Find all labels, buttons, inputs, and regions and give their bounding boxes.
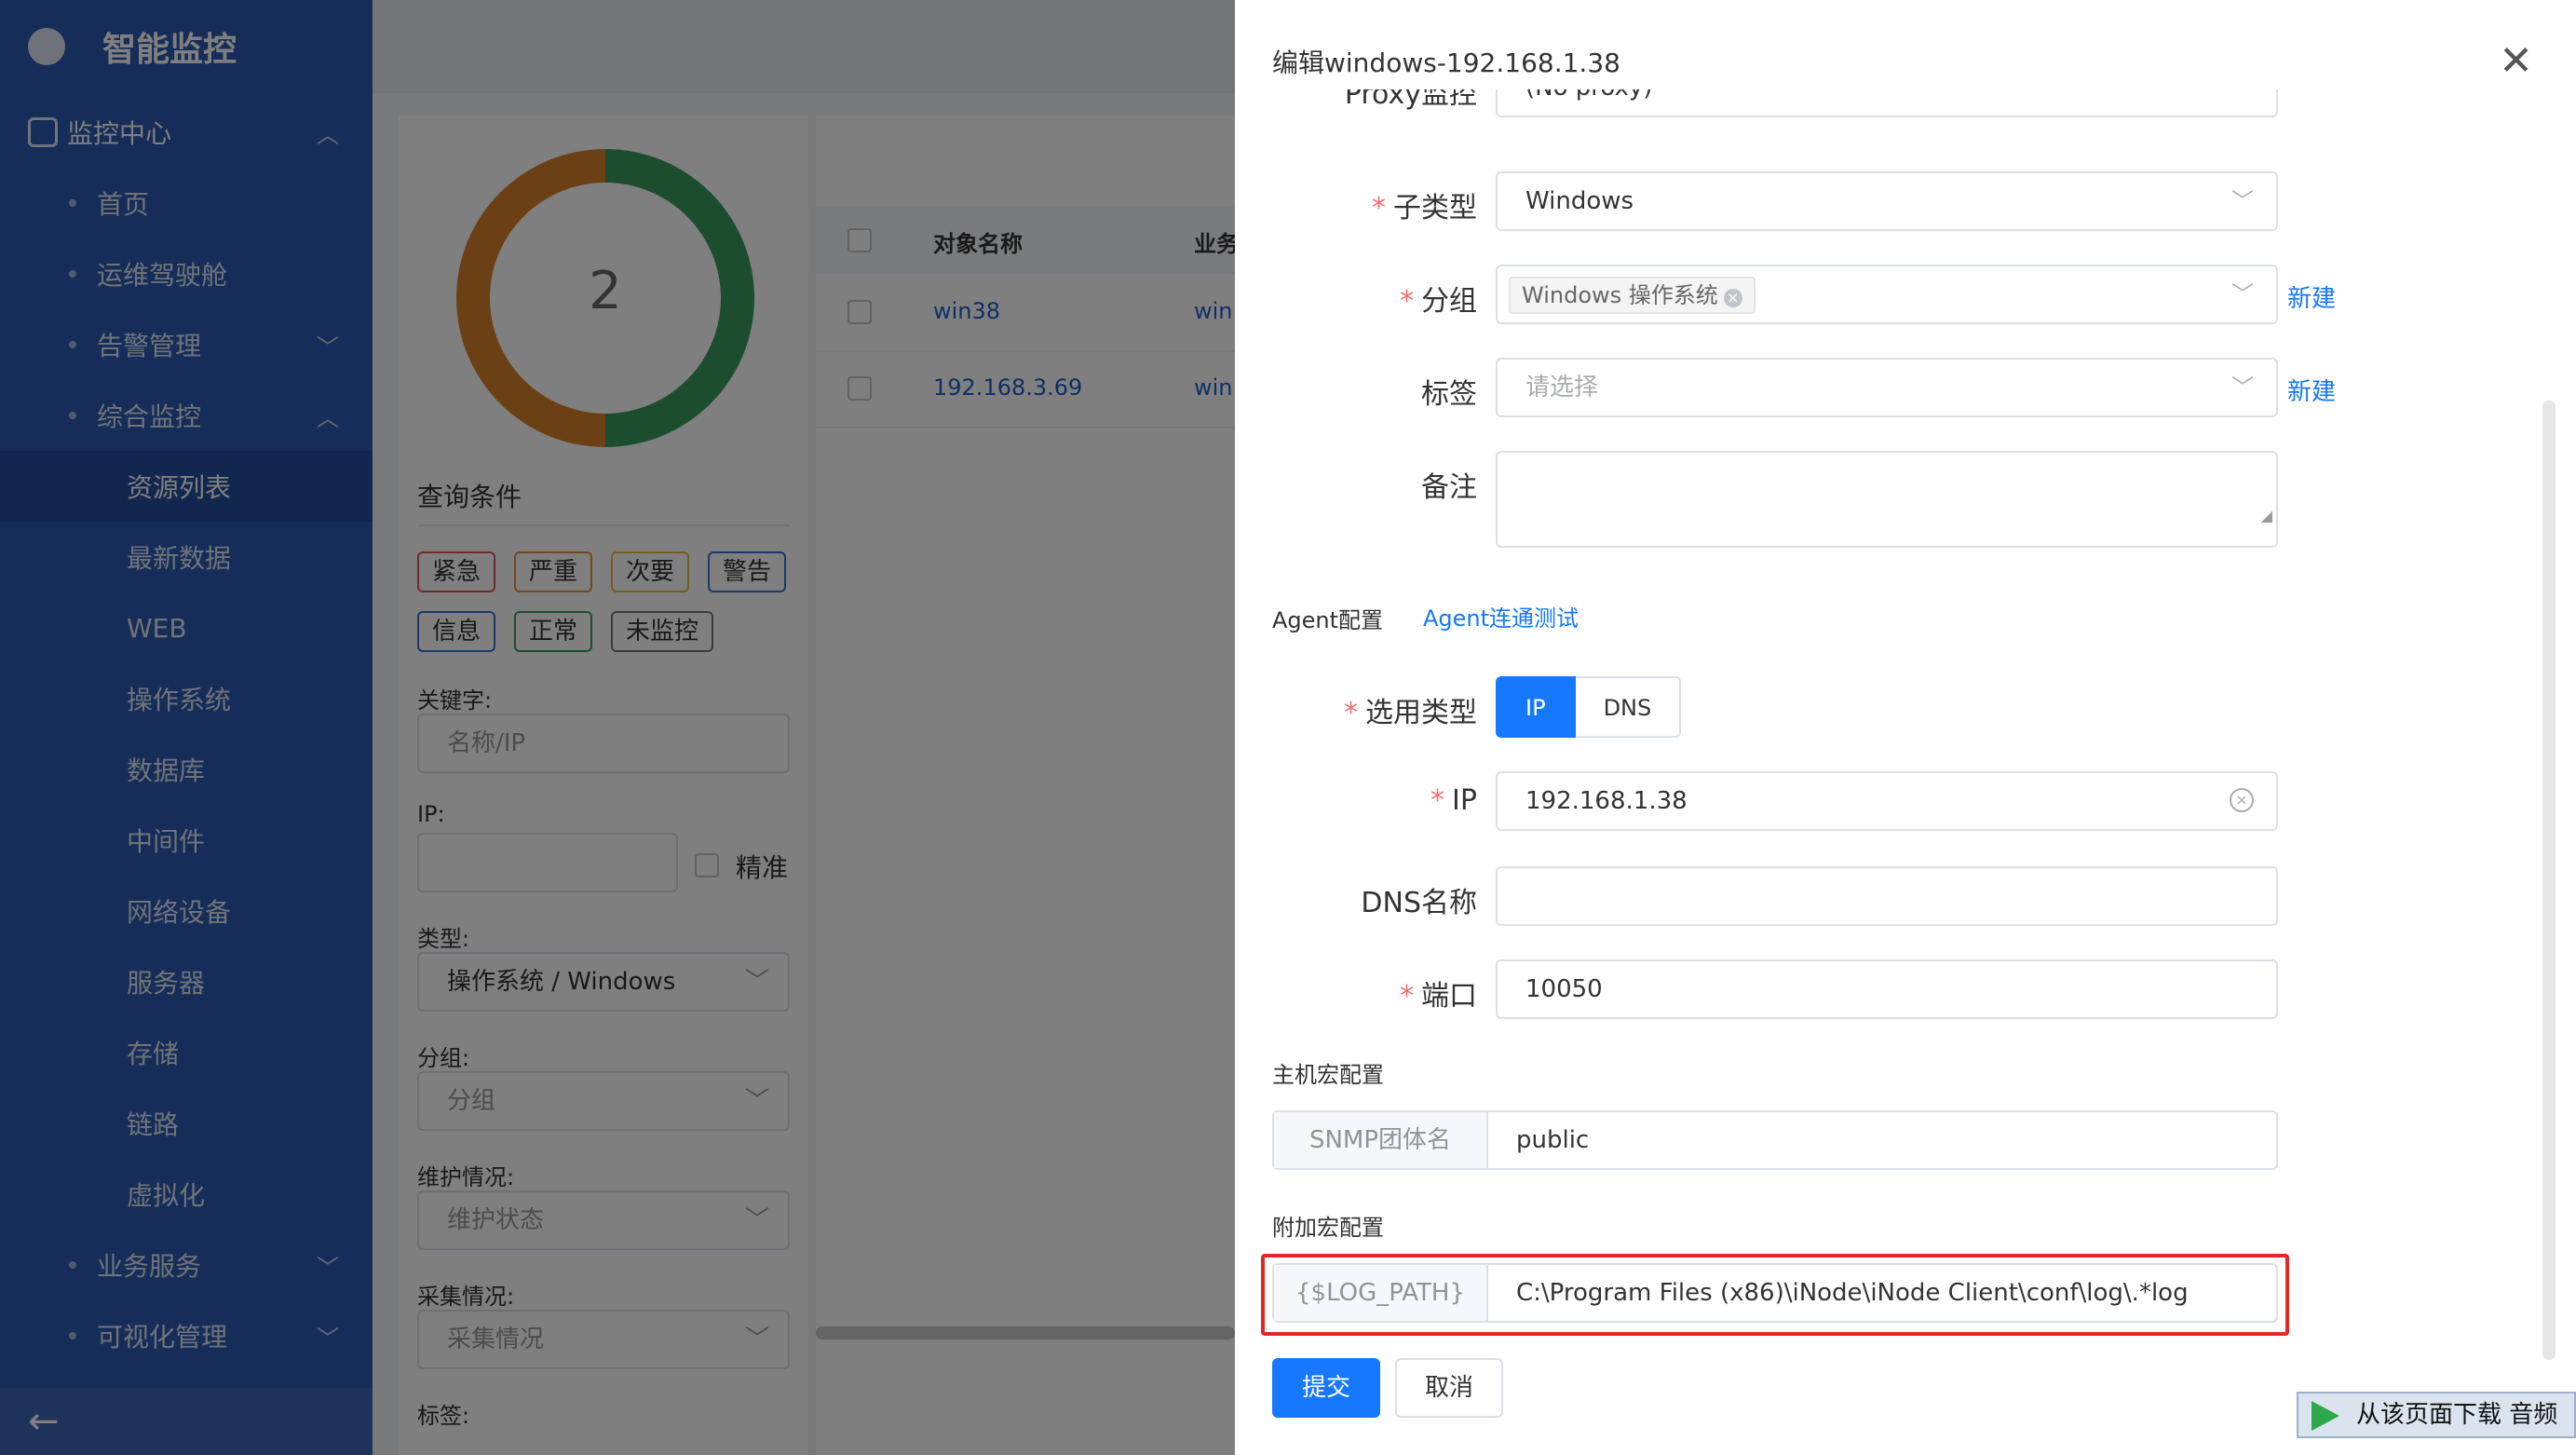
resize-handle-icon[interactable]: ◢	[2261, 488, 2272, 544]
drawer-title: 编辑windows-192.168.1.38	[1272, 48, 1620, 78]
chevron-down-icon: ﹀	[2231, 281, 2254, 307]
tag-new-link[interactable]: 新建	[2287, 373, 2336, 407]
clear-icon[interactable]: ×	[2230, 788, 2254, 812]
remark-label: 备注	[1421, 471, 1477, 504]
extra-macro-title: 附加宏配置	[1272, 1215, 1384, 1241]
port-input-value: 10050	[1525, 975, 1603, 1003]
download-badge-label: 从该页面下载 音频	[2356, 1401, 2558, 1429]
chevron-down-icon: ﹀	[2231, 188, 2254, 214]
snmp-macro-value: public	[1516, 1126, 1590, 1154]
host-macro-title: 主机宏配置	[1272, 1062, 1384, 1088]
group-select[interactable]: Windows 操作系统 × ﹀	[1496, 265, 2278, 324]
chevron-down-icon: ﹀	[2231, 374, 2254, 401]
type-option-dns[interactable]: DNS	[1575, 676, 1682, 738]
dns-input[interactable]	[1496, 866, 2278, 926]
play-icon	[2312, 1401, 2339, 1431]
ip-input-value: 192.168.1.38	[1525, 787, 1688, 815]
vertical-scrollbar[interactable]	[2542, 401, 2556, 1360]
proxy-label: Proxy监控	[1344, 89, 1477, 111]
port-input[interactable]: 10050	[1496, 959, 2278, 1019]
dns-label: DNS名称	[1361, 887, 1477, 919]
agent-test-link[interactable]: Agent连通测试	[1423, 600, 1579, 632]
group-chip-label: Windows 操作系统	[1522, 281, 1718, 308]
edit-drawer: 编辑windows-192.168.1.38 ✕ Proxy监控 (No pro…	[1235, 0, 2576, 1455]
select-type-label: * 选用类型	[1344, 697, 1477, 729]
agent-section-title: Agent配置	[1272, 607, 1384, 633]
select-type-segmented: IP DNS	[1496, 676, 1682, 738]
ip-input[interactable]: 192.168.1.38 ×	[1496, 771, 2278, 831]
proxy-row: Proxy监控 (No proxy)	[1235, 89, 2576, 136]
tag-label: 标签	[1421, 378, 1477, 411]
highlight-box	[1261, 1254, 2289, 1336]
ip-label: * IP	[1430, 784, 1477, 817]
subtype-label: * 子类型	[1372, 192, 1477, 224]
close-icon[interactable]: ✕	[2499, 37, 2533, 85]
proxy-select-value: (No proxy)	[1525, 89, 1652, 102]
group-chip: Windows 操作系统 ×	[1509, 276, 1756, 314]
cancel-button[interactable]: 取消	[1395, 1358, 1504, 1418]
donut-count: 2	[589, 261, 622, 321]
group-new-link[interactable]: 新建	[2287, 279, 2336, 314]
snmp-macro-field[interactable]: SNMP团体名 public	[1272, 1110, 2278, 1170]
remark-textarea[interactable]: ◢	[1496, 451, 2278, 548]
tag-select[interactable]: 请选择 ﹀	[1496, 358, 2278, 417]
submit-button[interactable]: 提交	[1272, 1358, 1381, 1418]
proxy-select[interactable]: (No proxy)	[1496, 89, 2278, 117]
subtype-select[interactable]: Windows ﹀	[1496, 171, 2278, 231]
group-label: * 分组	[1400, 285, 1477, 318]
subtype-select-value: Windows	[1525, 187, 1634, 215]
close-icon[interactable]: ×	[1723, 288, 1742, 307]
type-option-ip[interactable]: IP	[1496, 676, 1576, 738]
snmp-macro-name: SNMP团体名	[1274, 1112, 1488, 1168]
download-badge[interactable]: 从该页面下载 音频	[2297, 1392, 2576, 1438]
tag-select-placeholder: 请选择	[1525, 374, 1599, 401]
port-label: * 端口	[1400, 980, 1477, 1013]
